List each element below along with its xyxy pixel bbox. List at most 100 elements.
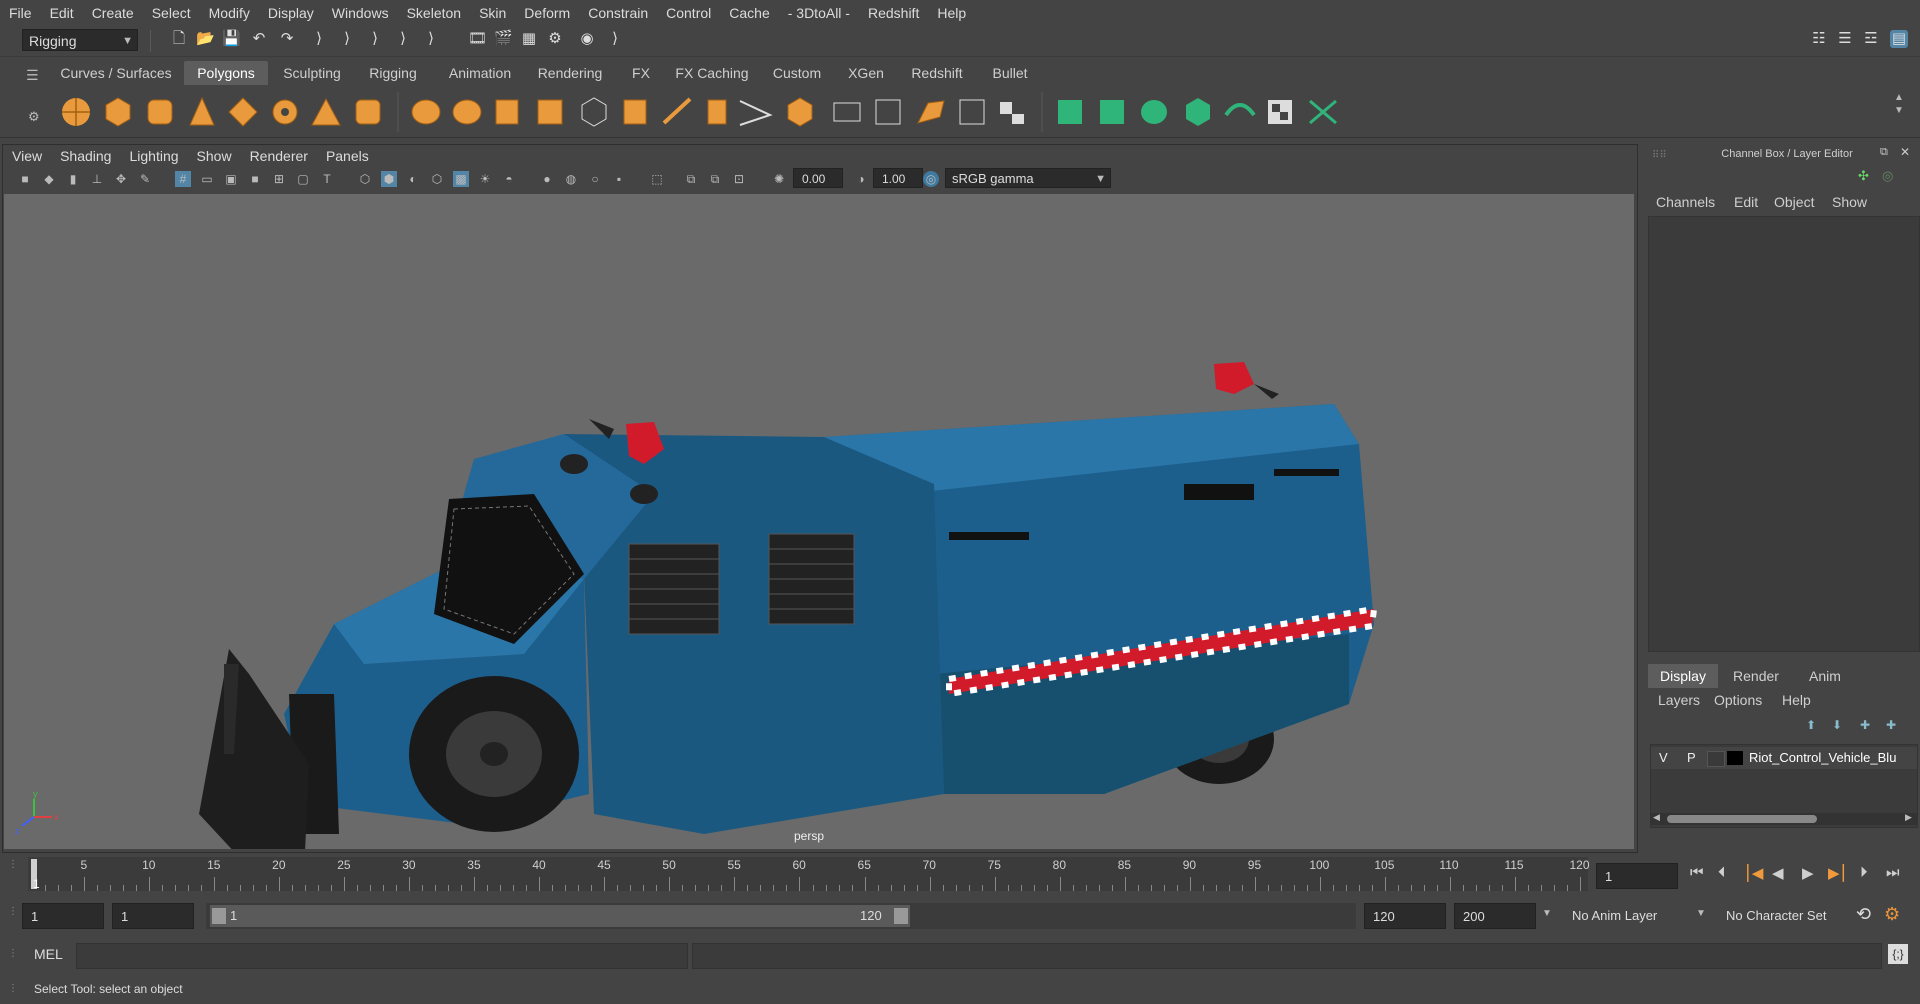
safe-action-icon[interactable]: ▢ — [295, 171, 311, 187]
render-settings-icon[interactable]: ⚙ — [546, 30, 564, 48]
screen-space-ao-icon[interactable]: ● — [539, 171, 555, 187]
camera-select-icon[interactable]: ■ — [17, 171, 33, 187]
panel-grip-icon[interactable]: ⠿⠿ — [1652, 150, 1667, 161]
xray-icon[interactable]: ⧉ — [683, 171, 699, 187]
viewport-menu-lighting[interactable]: Lighting — [120, 148, 187, 164]
channel-menu-show[interactable]: Show — [1832, 194, 1867, 210]
layer-scrollbar[interactable]: ◀ ▶ — [1651, 812, 1917, 825]
use-default-material-icon[interactable]: ◐ — [405, 171, 421, 187]
channel-menu-edit[interactable]: Edit — [1734, 194, 1758, 210]
modeling-toolkit-icon[interactable]: ☷ — [1810, 30, 1828, 48]
gate-mask-icon[interactable]: ■ — [247, 171, 263, 187]
textured-icon[interactable]: ▩ — [453, 171, 469, 187]
wireframe-on-shaded-icon[interactable]: ⬡ — [429, 171, 445, 187]
snap-view-icon[interactable]: ⟩ — [422, 30, 440, 48]
layer-color-swatch[interactable] — [1727, 751, 1743, 765]
shadows-icon[interactable]: ◓ — [501, 171, 517, 187]
colorspace-dropdown[interactable]: sRGB gamma ▼ — [945, 168, 1111, 188]
viewport-menu-shading[interactable]: Shading — [51, 148, 120, 164]
safe-title-icon[interactable]: T — [319, 171, 335, 187]
manipulator-icon[interactable]: ◎ — [1882, 168, 1893, 184]
menu-display[interactable]: Display — [259, 5, 323, 21]
xray-joints-icon[interactable]: ⧉ — [707, 171, 723, 187]
menu-skin[interactable]: Skin — [470, 5, 515, 21]
tab-xgen[interactable]: XGen — [840, 61, 892, 85]
two-d-pan-icon[interactable]: ✥ — [113, 171, 129, 187]
layer-visibility-toggle[interactable]: V — [1659, 750, 1668, 765]
move-layer-up-icon[interactable]: ⬆ — [1806, 718, 1816, 732]
snap-point-icon[interactable]: ⟩ — [394, 30, 412, 48]
render-frame-icon[interactable]: 🎬 — [494, 30, 513, 48]
menu-windows[interactable]: Windows — [323, 5, 398, 21]
menu-create[interactable]: Create — [83, 5, 143, 21]
ipr-render-icon[interactable]: ▦ — [520, 30, 538, 48]
menu-control[interactable]: Control — [657, 5, 720, 21]
range-start-handle[interactable] — [212, 908, 226, 924]
menu-help[interactable]: Help — [928, 5, 975, 21]
tab-polygons[interactable]: Polygons — [184, 61, 268, 85]
current-frame-field[interactable]: 1 — [1596, 863, 1678, 889]
grid-toggle-icon[interactable]: # — [175, 171, 191, 187]
hypershade-icon[interactable]: ◉ — [578, 30, 596, 48]
step-forward-key-icon[interactable]: ⏵ — [1860, 864, 1868, 881]
tab-bullet[interactable]: Bullet — [984, 61, 1036, 85]
anim-layer-dropdown[interactable]: No Anim Layer — [1564, 903, 1686, 929]
menu-constrain[interactable]: Constrain — [579, 5, 657, 21]
shelf-menu-icon[interactable]: ☰ — [26, 67, 39, 84]
new-layer-selected-icon[interactable]: ✚ — [1886, 718, 1896, 732]
tab-rigging[interactable]: Rigging — [358, 61, 428, 85]
menu-modify[interactable]: Modify — [200, 5, 259, 21]
layer-row[interactable]: V P Riot_Control_Vehicle_Blu — [1651, 747, 1917, 769]
camera-lock-icon[interactable]: ◆ — [41, 171, 57, 187]
menu-select[interactable]: Select — [143, 5, 200, 21]
range-slider-bar[interactable]: 1 120 — [210, 905, 910, 927]
tab-display[interactable]: Display — [1648, 664, 1718, 688]
attribute-editor-icon[interactable]: ☰ — [1836, 30, 1854, 48]
layer-menu-options[interactable]: Options — [1714, 692, 1762, 708]
animation-preferences-icon[interactable]: ⚙ — [1884, 904, 1900, 925]
tab-fx-caching[interactable]: FX Caching — [670, 61, 754, 85]
step-back-key-icon[interactable]: ⏴ — [1718, 864, 1726, 881]
sidebar-toggle-icon[interactable]: ⟩ — [606, 30, 624, 48]
tab-sculpting[interactable]: Sculpting — [276, 61, 348, 85]
tab-anim[interactable]: Anim — [1794, 664, 1856, 688]
auto-key-icon[interactable]: ⟲ — [1856, 904, 1871, 925]
color-management-icon[interactable]: ◎ — [923, 171, 939, 187]
use-all-lights-icon[interactable]: ☀ — [477, 171, 493, 187]
tab-animation[interactable]: Animation — [440, 61, 520, 85]
exposure-field[interactable]: 0.00 — [793, 168, 843, 188]
shelf-scroll-icon[interactable]: ▲ ▼ — [1894, 91, 1904, 117]
step-back-frame-icon[interactable]: ⎮◀ — [1744, 864, 1763, 882]
channel-box-options-icon[interactable]: ✣ — [1858, 168, 1869, 184]
step-forward-frame-icon[interactable]: ▶⎮ — [1828, 864, 1847, 882]
playback-end-field[interactable]: 120 — [1364, 903, 1446, 929]
range-slider-track[interactable]: 1 120 — [206, 903, 1356, 929]
layer-playback-toggle[interactable]: P — [1687, 750, 1696, 765]
tab-render[interactable]: Render — [1720, 664, 1792, 688]
menu-file[interactable]: File — [0, 5, 41, 21]
go-to-start-icon[interactable]: ⏮ — [1690, 864, 1704, 881]
float-panel-icon[interactable]: ⧉ — [1880, 146, 1888, 159]
isolate-select-icon[interactable]: ⬚ — [649, 171, 665, 187]
range-end-handle[interactable] — [894, 908, 908, 924]
tab-custom[interactable]: Custom — [766, 61, 828, 85]
wireframe-icon[interactable]: ⬡ — [357, 171, 373, 187]
close-icon[interactable]: ✕ — [1900, 145, 1910, 159]
viewport-menu-panels[interactable]: Panels — [317, 148, 378, 164]
snap-curve-icon[interactable]: ⟩ — [366, 30, 384, 48]
exposure-icon[interactable]: ✺ — [771, 171, 787, 187]
tab-curves-surfaces[interactable]: Curves / Surfaces — [58, 61, 174, 85]
character-set-dropdown[interactable]: No Character Set — [1718, 903, 1850, 929]
chevron-down-icon[interactable]: ▼ — [1542, 908, 1552, 919]
smooth-shade-icon[interactable]: ⬢ — [381, 171, 397, 187]
channel-box-list[interactable] — [1648, 216, 1920, 652]
motion-blur-icon[interactable]: ◍ — [563, 171, 579, 187]
play-backwards-icon[interactable]: ◀ — [1772, 864, 1784, 882]
layer-name[interactable]: Riot_Control_Vehicle_Blu — [1749, 750, 1917, 765]
grease-pencil-icon[interactable]: ✎ — [137, 171, 153, 187]
animation-end-field[interactable]: 200 — [1454, 903, 1536, 929]
tool-settings-icon[interactable]: ☲ — [1862, 30, 1880, 48]
depth-of-field-icon[interactable]: ▪ — [611, 171, 627, 187]
undo-icon[interactable]: ↶ — [250, 30, 268, 48]
resolution-gate-icon[interactable]: ▣ — [223, 171, 239, 187]
